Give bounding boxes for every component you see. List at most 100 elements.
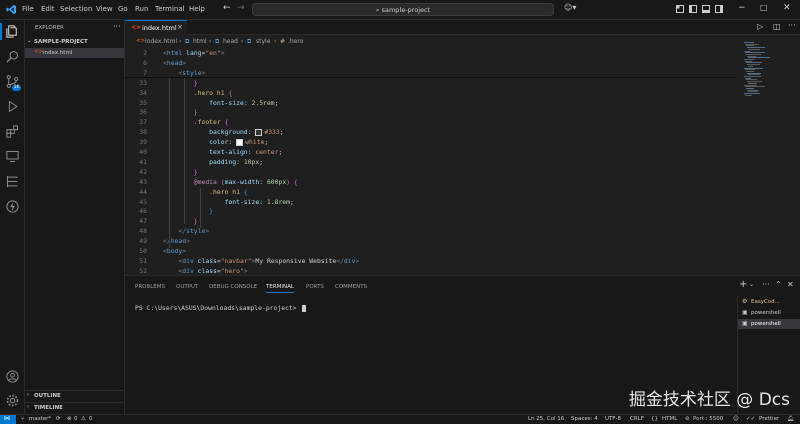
search-icon[interactable] (5, 49, 20, 64)
breadcrumb-head[interactable]: head (223, 38, 238, 45)
accounts-icon[interactable] (5, 369, 20, 384)
close-panel-icon[interactable]: ✕ (787, 280, 794, 289)
forward-arrow-icon[interactable]: → (237, 3, 245, 13)
code-line[interactable]: <style> (163, 69, 205, 77)
line-number: 47 (139, 217, 147, 226)
code-line[interactable]: text-align: center; (163, 148, 282, 156)
menu-selection[interactable]: Selection (60, 5, 92, 13)
code-line[interactable]: </head> (163, 237, 190, 245)
tab-ports[interactable]: PORTS (306, 284, 324, 290)
terminal-output[interactable]: PS C:\Users\ASUS\Downloads\sample-projec… (135, 304, 307, 312)
code-line[interactable]: <div class="hero"> (163, 267, 247, 275)
menu-go[interactable]: Go (118, 5, 128, 13)
code-line[interactable]: font-size: 1.8rem; (163, 198, 294, 206)
outline-section[interactable]: › OUTLINE (25, 390, 124, 401)
encoding[interactable]: UTF-8 (605, 416, 621, 422)
code-line[interactable]: .hero h1 { (163, 89, 233, 97)
indentation[interactable]: Spaces: 4 (571, 416, 598, 422)
live-server-port[interactable]: Port : 5500 (693, 416, 723, 422)
code-line[interactable]: padding: 10px; (163, 158, 263, 166)
notifications-bell-icon[interactable]: 🔔︎ (787, 416, 794, 422)
toggle-primary-sidebar-icon[interactable] (689, 5, 697, 13)
menu-terminal[interactable]: Terminal (155, 5, 185, 13)
file-item-index-html[interactable]: <> index.html (25, 48, 124, 58)
close-tab-icon[interactable]: × (177, 23, 183, 31)
warning-icon: ⚠ (81, 416, 86, 422)
close-icon[interactable]: ✕ (783, 3, 791, 13)
menu-view[interactable]: View (96, 5, 113, 13)
tab-terminal[interactable]: TERMINAL (266, 284, 294, 290)
back-arrow-icon[interactable]: ← (223, 3, 231, 13)
live-share-icon[interactable] (5, 199, 20, 214)
toggle-secondary-sidebar-icon[interactable] (715, 5, 723, 13)
code-line[interactable]: <body> (163, 247, 186, 255)
tab-debug-console[interactable]: DEBUG CONSOLE (209, 284, 257, 290)
language-mode[interactable]: HTML (662, 416, 677, 422)
run-file-icon[interactable]: ▷ (757, 22, 763, 31)
git-branch[interactable]: master* (29, 416, 51, 422)
minimize-icon[interactable]: − (738, 3, 746, 13)
line-ending[interactable]: CRLF (630, 416, 644, 422)
minimap-line (745, 94, 752, 96)
more-actions-icon[interactable]: ··· (762, 280, 770, 289)
error-count[interactable]: 0 (74, 416, 78, 422)
tab-index-html[interactable]: <> index.html × (125, 20, 187, 35)
maximize-panel-icon[interactable]: ⌃ (775, 280, 782, 289)
split-editor-icon[interactable]: ◫ (773, 22, 781, 31)
git-branch-icon[interactable]: ⑂ (21, 416, 24, 422)
breadcrumb-file[interactable]: index.html (145, 38, 177, 45)
project-folder-header[interactable]: ⌄ SAMPLE-PROJECT (25, 37, 124, 47)
terminal-item-powershell-2[interactable]: ▣ powershell (738, 319, 800, 329)
code-line[interactable]: color: white; (163, 138, 268, 146)
maximize-icon[interactable]: □ (760, 3, 768, 12)
source-control-badge: 1K (12, 85, 21, 91)
copilot-status-icon[interactable]: ☺ (733, 416, 739, 422)
menu-file[interactable]: File (22, 5, 34, 13)
code-line[interactable]: <head> (163, 59, 186, 67)
command-center-search[interactable]: ⌕ sample-project (252, 3, 554, 16)
extensions-icon[interactable] (5, 124, 20, 139)
code-line[interactable]: font-size: 2.5rem; (163, 99, 278, 107)
code-line[interactable]: .footer { (163, 118, 229, 126)
menu-help[interactable]: Help (189, 5, 205, 13)
copilot-icon[interactable]: ☺▾ (564, 3, 576, 12)
remote-indicator[interactable]: ⋈ (0, 415, 16, 424)
code-line[interactable]: <div class="navbar">My Responsive Websit… (163, 257, 359, 265)
code-editor[interactable]: 2 <html lang="en"> 6 <head> 7 <style> 33 } 34 … (125, 48, 735, 275)
task-icon: ⚙ (742, 298, 748, 305)
active-tab-underline (266, 292, 294, 293)
timeline-section[interactable]: › TIMELINE (25, 402, 124, 413)
breadcrumb-selector[interactable]: .hero (288, 38, 303, 45)
new-terminal-plus-icon[interactable]: + (739, 279, 747, 290)
code-line[interactable]: background: #333; (163, 128, 283, 136)
toggle-panel-icon[interactable] (702, 5, 710, 13)
minimap[interactable] (742, 42, 772, 97)
menu-run[interactable]: Run (135, 5, 148, 13)
tab-problems[interactable]: PROBLEMS (135, 284, 165, 290)
more-actions-icon[interactable]: ··· (113, 22, 121, 31)
prettier-status[interactable]: Prettier (759, 416, 779, 422)
chevron-down-icon[interactable]: ⌄ (749, 281, 754, 288)
customize-layout-icon[interactable] (676, 5, 684, 13)
warning-count[interactable]: 0 (89, 416, 93, 422)
settings-gear-icon[interactable] (5, 393, 20, 408)
breadcrumb-html[interactable]: html (193, 38, 207, 45)
terminal-item-easycode[interactable]: ⚙ EasyCod... (738, 297, 800, 307)
testing-icon[interactable] (5, 174, 20, 189)
remote-explorer-icon[interactable] (5, 149, 20, 164)
menu-edit[interactable]: Edit (41, 5, 55, 13)
status-bar: ⋈ ⑂ master* ⟳ ⊗ 0 ⚠ 0 Ln 25, Col 16 Spac… (0, 414, 800, 424)
tab-output[interactable]: OUTPUT (176, 284, 198, 290)
code-line[interactable]: } (163, 207, 213, 215)
code-line[interactable]: <html lang="en"> (163, 49, 225, 57)
run-debug-icon[interactable] (5, 99, 20, 114)
breadcrumb-style[interactable]: style (256, 38, 270, 45)
sync-icon[interactable]: ⟳ (56, 416, 61, 422)
html-file-icon: <> (131, 24, 142, 31)
terminal-item-powershell-1[interactable]: ▣ powershell (738, 308, 800, 318)
explorer-icon[interactable] (5, 24, 20, 39)
more-actions-icon[interactable]: ··· (788, 21, 796, 30)
tab-comments[interactable]: COMMENTS (335, 284, 367, 290)
cursor-position[interactable]: Ln 25, Col 16 (528, 416, 564, 422)
code-line[interactable]: .hero h1 { (163, 188, 248, 196)
